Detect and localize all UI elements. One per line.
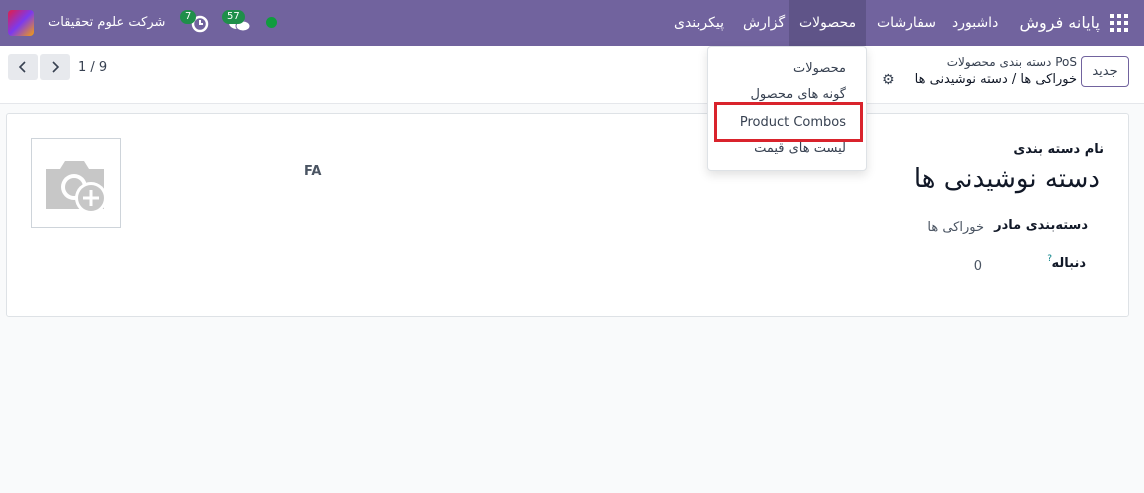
user-avatar[interactable] (8, 10, 34, 36)
chevron-left-icon (18, 61, 26, 73)
parent-category-label: دسته‌بندی مادر (994, 218, 1088, 233)
gear-icon[interactable]: ⚙ (882, 72, 895, 88)
category-name-field[interactable]: دسته نوشیدنی ها (914, 164, 1100, 194)
new-button[interactable]: جدید (1081, 56, 1129, 87)
online-status-icon (266, 17, 277, 28)
dropdown-item-products[interactable]: محصولات (793, 61, 846, 76)
menu-orders[interactable]: سفارشات (867, 0, 946, 46)
sequence-field[interactable]: 0 (974, 259, 982, 274)
image-upload-field[interactable] (31, 138, 121, 228)
activity-count-badge: 7 (180, 10, 197, 24)
app-brand[interactable]: پایانه فروش (1019, 0, 1100, 46)
dropdown-item-product-variants[interactable]: گونه های محصول (750, 87, 846, 102)
breadcrumb-current: خوراکی ها / دسته نوشیدنی ها (914, 72, 1077, 87)
top-navbar: پایانه فروش داشبورد سفارشات محصولات گزار… (0, 0, 1144, 46)
dropdown-item-pricelists[interactable]: لیست های قیمت (754, 141, 846, 156)
highlight-box (714, 102, 863, 142)
apps-grid-icon[interactable] (1110, 14, 1128, 32)
pager-next-button[interactable] (40, 54, 70, 80)
sequence-label: دنباله (1051, 256, 1086, 271)
company-switcher[interactable]: شرکت علوم تحقیقات (48, 0, 165, 46)
form-sheet: نام دسته بندی دسته نوشیدنی ها FA دسته‌بن… (6, 113, 1129, 317)
category-name-label: نام دسته بندی (1013, 142, 1104, 157)
messages-button[interactable]: 57 (222, 10, 252, 34)
messages-count-badge: 57 (222, 10, 245, 24)
sequence-help-tooltip[interactable]: ? (1047, 254, 1052, 264)
menu-configuration[interactable]: پیکربندی (664, 0, 734, 46)
pager-value[interactable]: 1 / 9 (78, 60, 107, 75)
activity-button[interactable]: 7 (180, 10, 210, 34)
pager-previous-button[interactable] (8, 54, 38, 80)
menu-report[interactable]: گزارش (733, 0, 795, 46)
control-panel: جدید دسته بندی محصولات PoS خوراکی ها / د… (0, 46, 1144, 104)
chevron-right-icon (52, 61, 60, 73)
menu-dashboard[interactable]: داشبورد (942, 0, 1008, 46)
menu-products[interactable]: محصولات (789, 0, 867, 46)
camera-add-icon (46, 161, 107, 214)
breadcrumb-parent[interactable]: دسته بندی محصولات PoS (947, 55, 1077, 69)
parent-category-field[interactable]: خوراکی ها (927, 220, 984, 235)
language-button[interactable]: FA (304, 164, 321, 179)
